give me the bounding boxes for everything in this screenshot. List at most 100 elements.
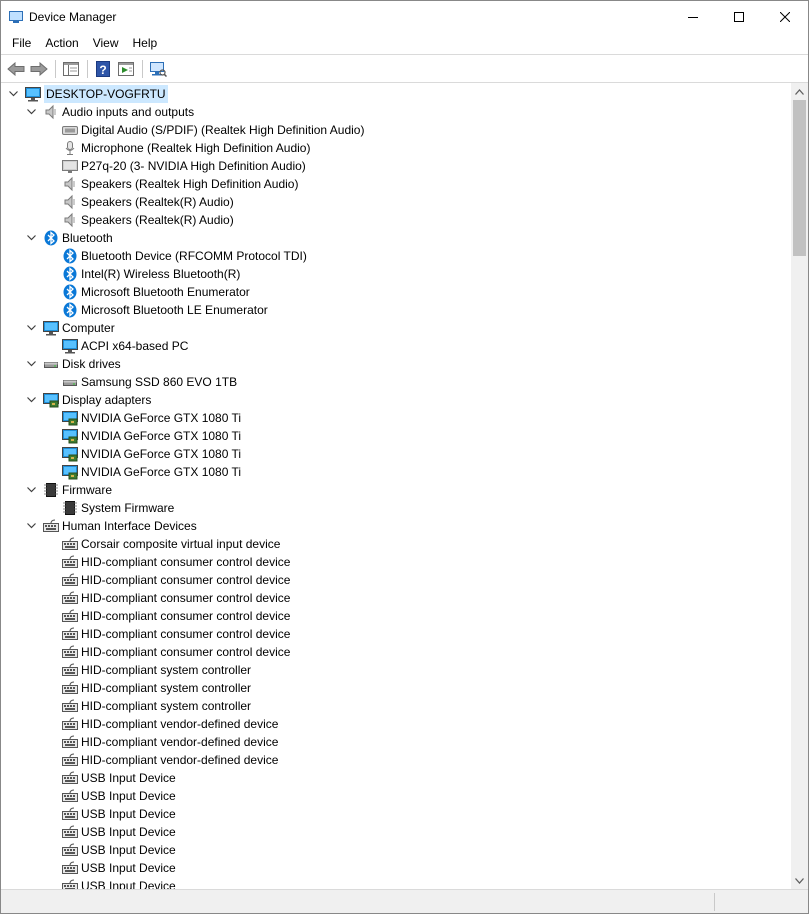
menu-action[interactable]: Action: [38, 32, 85, 54]
device-item[interactable]: Microsoft Bluetooth LE Enumerator: [1, 301, 791, 319]
device-item[interactable]: USB Input Device: [1, 877, 791, 889]
category-human-interface-devices[interactable]: Human Interface Devices: [1, 517, 791, 535]
window-title: Device Manager: [29, 9, 117, 24]
category-firmware[interactable]: Firmware: [1, 481, 791, 499]
title-bar: Device Manager: [1, 1, 808, 32]
device-item[interactable]: System Firmware: [1, 499, 791, 517]
category-audio-inputs-and-outputs[interactable]: Audio inputs and outputs: [1, 103, 791, 121]
device-item[interactable]: HID-compliant vendor-defined device: [1, 751, 791, 769]
show-hide-console-tree-button[interactable]: [60, 58, 82, 80]
device-item[interactable]: Corsair composite virtual input device: [1, 535, 791, 553]
display-adapter-icon: [62, 464, 78, 480]
device-item[interactable]: NVIDIA GeForce GTX 1080 Ti: [1, 445, 791, 463]
hid-icon: [62, 788, 78, 804]
category-bluetooth[interactable]: Bluetooth: [1, 229, 791, 247]
scroll-up-button[interactable]: [791, 83, 808, 100]
device-label: Speakers (Realtek(R) Audio): [81, 195, 234, 209]
device-item[interactable]: USB Input Device: [1, 805, 791, 823]
hid-icon: [62, 698, 78, 714]
device-item[interactable]: Speakers (Realtek High Definition Audio): [1, 175, 791, 193]
device-item[interactable]: NVIDIA GeForce GTX 1080 Ti: [1, 409, 791, 427]
back-button[interactable]: [5, 58, 27, 80]
category-computer[interactable]: Computer: [1, 319, 791, 337]
scroll-down-button[interactable]: [791, 872, 808, 889]
device-item[interactable]: Samsung SSD 860 EVO 1TB: [1, 373, 791, 391]
device-item[interactable]: Intel(R) Wireless Bluetooth(R): [1, 265, 791, 283]
device-item[interactable]: HID-compliant vendor-defined device: [1, 733, 791, 751]
scrollbar-thumb[interactable]: [793, 100, 806, 256]
minimize-button[interactable]: [670, 1, 716, 32]
device-item[interactable]: HID-compliant system controller: [1, 661, 791, 679]
device-item[interactable]: HID-compliant consumer control device: [1, 643, 791, 661]
device-item[interactable]: NVIDIA GeForce GTX 1080 Ti: [1, 427, 791, 445]
hid-icon: [62, 554, 78, 570]
device-label: Speakers (Realtek High Definition Audio): [81, 177, 299, 191]
close-button[interactable]: [762, 1, 808, 32]
chevron-down-icon: [26, 397, 36, 403]
toolbar-separator: [55, 59, 56, 78]
device-label: Display adapters: [62, 393, 152, 407]
device-item[interactable]: HID-compliant system controller: [1, 697, 791, 715]
help-button[interactable]: ?: [92, 58, 114, 80]
device-label: Human Interface Devices: [62, 519, 197, 533]
expand-toggle[interactable]: [25, 517, 37, 535]
properties-button[interactable]: [115, 58, 137, 80]
expand-toggle[interactable]: [25, 229, 37, 247]
device-item[interactable]: USB Input Device: [1, 859, 791, 877]
display-adapter-icon: [62, 446, 78, 462]
device-item[interactable]: HID-compliant consumer control device: [1, 571, 791, 589]
device-item[interactable]: Microphone (Realtek High Definition Audi…: [1, 139, 791, 157]
device-item[interactable]: USB Input Device: [1, 769, 791, 787]
device-label: USB Input Device: [81, 789, 176, 803]
expand-toggle[interactable]: [7, 85, 19, 103]
device-label: USB Input Device: [81, 879, 176, 889]
device-label: Microsoft Bluetooth LE Enumerator: [81, 303, 268, 317]
device-item[interactable]: HID-compliant vendor-defined device: [1, 715, 791, 733]
device-label: Microsoft Bluetooth Enumerator: [81, 285, 250, 299]
toolbar-separator: [142, 59, 143, 78]
device-item[interactable]: Bluetooth Device (RFCOMM Protocol TDI): [1, 247, 791, 265]
console-tree-icon: [63, 61, 79, 76]
computer-icon: [43, 320, 59, 336]
device-item[interactable]: HID-compliant consumer control device: [1, 589, 791, 607]
menu-view[interactable]: View: [86, 32, 126, 54]
device-item[interactable]: HID-compliant consumer control device: [1, 553, 791, 571]
toolbar-separator: [87, 59, 88, 78]
device-item[interactable]: USB Input Device: [1, 787, 791, 805]
properties-icon: [118, 61, 134, 76]
device-item[interactable]: P27q-20 (3- NVIDIA High Definition Audio…: [1, 157, 791, 175]
device-tree[interactable]: DESKTOP-VOGFRTU Audio inputs and outputs D…: [1, 83, 791, 889]
scan-hardware-changes-button[interactable]: [147, 58, 169, 80]
category-disk-drives[interactable]: Disk drives: [1, 355, 791, 373]
maximize-button[interactable]: [716, 1, 762, 32]
device-label: HID-compliant vendor-defined device: [81, 717, 279, 731]
device-item[interactable]: HID-compliant consumer control device: [1, 625, 791, 643]
device-item[interactable]: Speakers (Realtek(R) Audio): [1, 211, 791, 229]
hid-icon: [62, 824, 78, 840]
device-item[interactable]: Digital Audio (S/PDIF) (Realtek High Def…: [1, 121, 791, 139]
device-item[interactable]: USB Input Device: [1, 823, 791, 841]
expand-toggle[interactable]: [25, 103, 37, 121]
vertical-scrollbar[interactable]: [791, 83, 808, 889]
device-item[interactable]: ACPI x64-based PC: [1, 337, 791, 355]
forward-button[interactable]: [28, 58, 50, 80]
device-label: NVIDIA GeForce GTX 1080 Ti: [81, 429, 242, 443]
device-item[interactable]: HID-compliant consumer control device: [1, 607, 791, 625]
chevron-down-icon: [8, 91, 18, 97]
tree-root-node[interactable]: DESKTOP-VOGFRTU: [1, 85, 791, 103]
device-item[interactable]: Speakers (Realtek(R) Audio): [1, 193, 791, 211]
device-item[interactable]: NVIDIA GeForce GTX 1080 Ti: [1, 463, 791, 481]
device-label: USB Input Device: [81, 771, 176, 785]
hid-icon: [62, 842, 78, 858]
expand-toggle[interactable]: [25, 391, 37, 409]
device-item[interactable]: USB Input Device: [1, 841, 791, 859]
expand-toggle[interactable]: [25, 319, 37, 337]
menu-file[interactable]: File: [5, 32, 38, 54]
expand-toggle[interactable]: [25, 481, 37, 499]
expand-toggle[interactable]: [25, 355, 37, 373]
category-display-adapters[interactable]: Display adapters: [1, 391, 791, 409]
device-item[interactable]: Microsoft Bluetooth Enumerator: [1, 283, 791, 301]
device-item[interactable]: HID-compliant system controller: [1, 679, 791, 697]
menu-help[interactable]: Help: [126, 32, 165, 54]
spdif-icon: [62, 122, 78, 138]
